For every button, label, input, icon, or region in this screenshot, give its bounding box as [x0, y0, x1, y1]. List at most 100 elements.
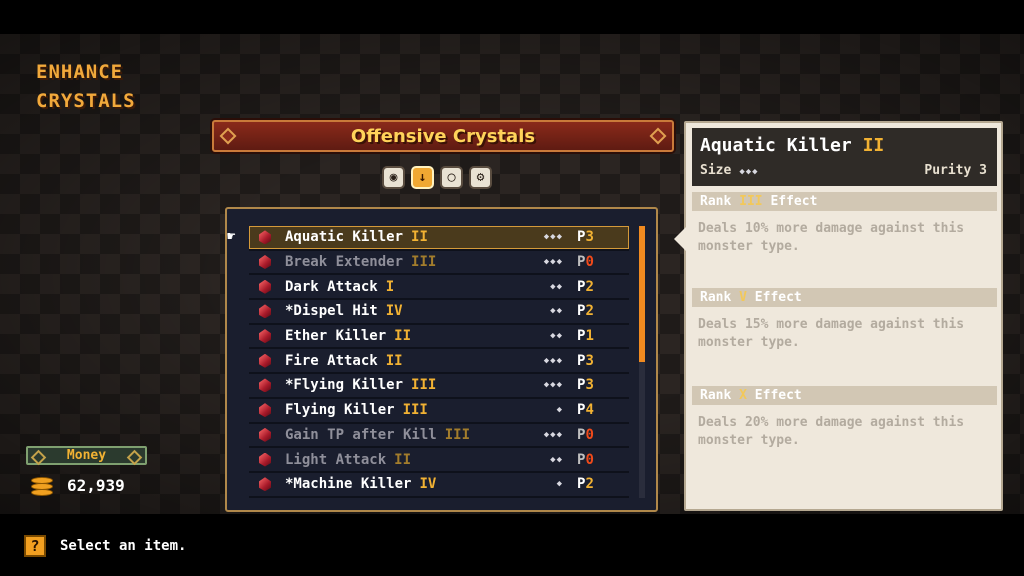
crystal-rank: II [394, 451, 412, 468]
crystal-name: *Flying Killer [285, 377, 404, 394]
red-crystal-icon [259, 353, 271, 368]
crystal-size: ◆◆◆ [543, 429, 563, 440]
crystal-rank: II [385, 352, 403, 369]
crystal-name: Flying Killer [285, 402, 395, 419]
effect-header-1: Rank III Effect [692, 192, 997, 211]
crystal-rank: III [402, 402, 428, 419]
crystal-name: Light Attack [285, 451, 387, 468]
crystal-row[interactable]: Ether Killer II ◆◆ P1 [249, 325, 629, 350]
crystal-purity: P3 [577, 352, 594, 369]
crystal-row[interactable]: Dark Attack I ◆◆ P2 [249, 275, 629, 301]
crystal-size: ◆◆ [550, 281, 563, 292]
crystal-name: Fire Attack [285, 352, 378, 369]
red-crystal-icon [259, 329, 271, 344]
crystal-name: Dark Attack [285, 278, 378, 295]
crystal-name: Gain TP after Kill [285, 426, 437, 443]
bag-icon[interactable]: ◉ [382, 166, 405, 189]
crystal-purity: P3 [577, 229, 594, 246]
crystal-name: Aquatic Killer [285, 229, 404, 246]
crystal-size: ◆◆◆ [543, 257, 563, 268]
sword-icon[interactable]: ↓ [411, 166, 434, 189]
red-crystal-icon [259, 477, 271, 492]
crystal-purity: P0 [577, 426, 594, 443]
scroll-thumb[interactable] [639, 226, 645, 362]
red-crystal-icon [259, 452, 271, 467]
crystal-size: ◆◆ [550, 331, 563, 342]
crystal-name: *Dispel Hit [285, 303, 378, 320]
crystal-row[interactable]: Fire Attack II ◆◆◆ P3 [249, 349, 629, 375]
category-tabs: ◉ ↓ ◯ ⚙ [382, 166, 492, 189]
crystal-rank: III [411, 377, 437, 394]
crystal-row[interactable]: ☛ Aquatic Killer II ◆◆◆ P3 [227, 226, 629, 251]
shield-icon[interactable]: ◯ [440, 166, 463, 189]
banner-right-ornament [649, 127, 667, 145]
crystal-rank: IV [419, 476, 437, 493]
crystal-size: ◆ [556, 479, 563, 490]
crystal-size: ◆◆ [550, 306, 563, 317]
detail-name: Aquatic Killer II [700, 135, 885, 156]
category-title: Offensive Crystals [350, 125, 536, 147]
crystal-row[interactable]: Break Extender III ◆◆◆ P0 [249, 251, 629, 276]
crystal-row[interactable]: *Dispel Hit IV ◆◆ P2 [249, 300, 629, 325]
effect-header-2: Rank V Effect [692, 288, 997, 307]
red-crystal-icon [259, 403, 271, 418]
help-icon: ? [24, 535, 46, 557]
crystal-name: Break Extender [285, 254, 404, 271]
category-banner: Offensive Crystals [212, 120, 674, 152]
detail-pointer [674, 227, 686, 251]
screen-title-line-1: ENHANCE [36, 61, 124, 83]
crystal-size: ◆◆ [550, 454, 563, 465]
detail-panel: Aquatic Killer II Size ◆◆◆ Purity 3 Rank … [674, 121, 1003, 511]
scrollbar[interactable] [639, 226, 645, 498]
crystal-size: ◆◆◆ [543, 232, 563, 243]
crystal-row[interactable]: Gain TP after Kill III ◆◆◆ P0 [249, 424, 629, 449]
effect-text-2: Deals 15% more damage against this monst… [698, 317, 965, 350]
crystal-list: ☛ Aquatic Killer II ◆◆◆ P3 Break Extender III ◆… [227, 226, 629, 498]
effect-text-1: Deals 10% more damage against this monst… [698, 221, 965, 254]
effect-text-3: Deals 20% more damage against this monst… [698, 415, 965, 448]
crystal-purity: P0 [577, 451, 594, 468]
coin-stack-icon [31, 475, 53, 497]
crystal-purity: P1 [577, 328, 594, 345]
crystal-size: ◆ [556, 405, 563, 416]
crystal-purity: P0 [577, 254, 594, 271]
pointing-hand-cursor-icon: ☛ [227, 229, 236, 245]
red-crystal-icon [259, 230, 271, 245]
crystal-rank: II [394, 328, 412, 345]
detail-purity: Purity 3 [924, 163, 987, 178]
crystal-size: ◆◆◆ [543, 380, 563, 391]
money-label: Money [26, 446, 147, 465]
crystal-row[interactable]: *Machine Killer IV ◆ P2 [249, 473, 629, 498]
screen-title-line-2: CRYSTALS [36, 90, 136, 112]
crystal-purity: P2 [577, 303, 594, 320]
crystal-row[interactable]: Flying Killer III ◆ P4 [249, 399, 629, 424]
crystal-rank: II [411, 229, 428, 246]
crystal-purity: P2 [577, 278, 594, 295]
crystal-rank: IV [385, 303, 403, 320]
crystal-rank: III [411, 254, 437, 271]
gear-icon[interactable]: ⚙ [469, 166, 492, 189]
crystal-purity: P3 [577, 377, 594, 394]
red-crystal-icon [259, 255, 271, 270]
crystal-rank: III [444, 426, 471, 443]
help-text: Select an item. [60, 538, 187, 554]
detail-size-dots: ◆◆◆ [739, 167, 759, 177]
crystal-name: *Machine Killer [285, 476, 412, 493]
crystal-row[interactable]: Light Attack II ◆◆ P0 [249, 448, 629, 473]
detail-header: Aquatic Killer II Size ◆◆◆ Purity 3 [692, 128, 997, 186]
crystal-purity: P2 [577, 476, 594, 493]
red-crystal-icon [259, 427, 271, 442]
money-value: 62,939 [67, 476, 125, 495]
screen-title: ENHANCE CRYSTALS [36, 58, 136, 116]
crystal-row[interactable]: *Flying Killer III ◆◆◆ P3 [249, 374, 629, 399]
crystal-list-panel: ☛ Aquatic Killer II ◆◆◆ P3 Break Extender III ◆… [225, 207, 658, 512]
detail-rank: II [862, 135, 885, 156]
crystal-size: ◆◆◆ [543, 355, 563, 366]
effect-header-3: Rank X Effect [692, 386, 997, 405]
crystal-purity: P4 [577, 402, 594, 419]
crystal-name: Ether Killer [285, 328, 387, 345]
banner-left-ornament [219, 127, 237, 145]
red-crystal-icon [259, 378, 271, 393]
detail-size: Size ◆◆◆ [700, 163, 759, 178]
crystal-rank: I [385, 278, 395, 295]
